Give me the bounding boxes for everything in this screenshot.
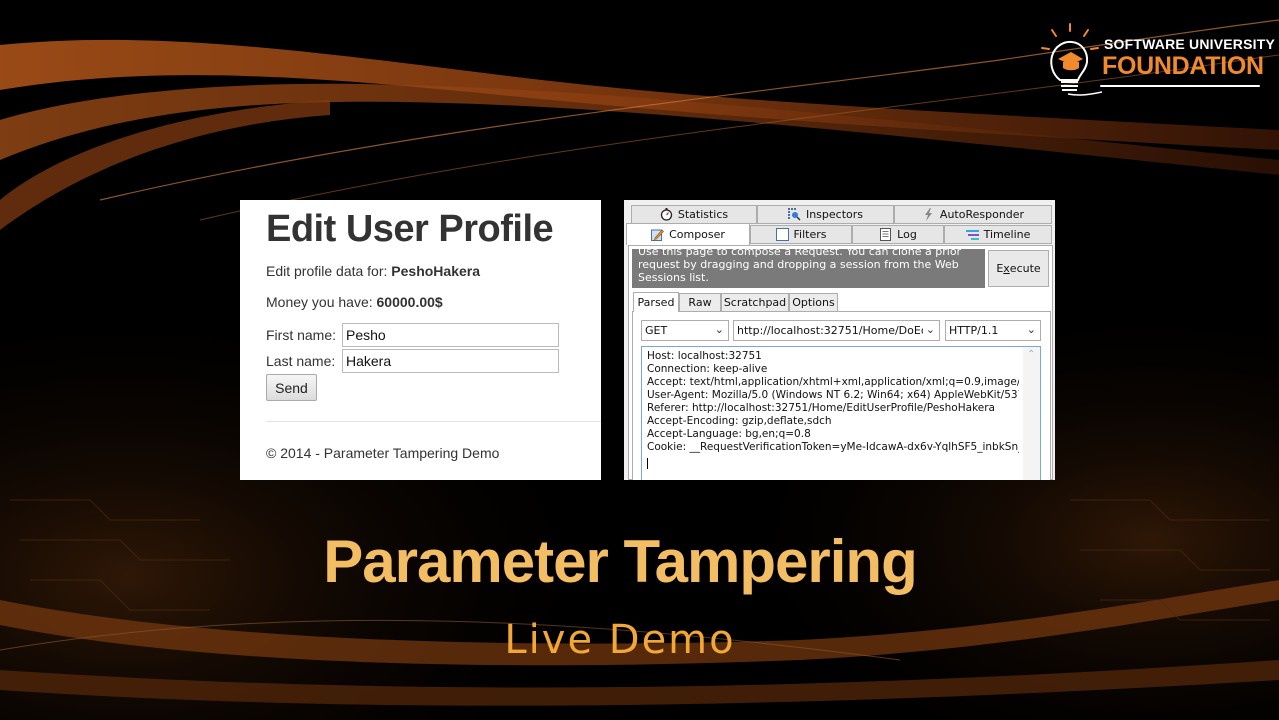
timeline-icon bbox=[965, 228, 979, 241]
header-line: Accept-Encoding: gzip,deflate,sdch bbox=[647, 415, 832, 427]
page-heading: Edit User Profile bbox=[266, 208, 554, 250]
url-value: http://localhost:32751/Home/DoEditL bbox=[737, 324, 923, 337]
divider bbox=[266, 421, 601, 422]
header-line: Cookie: __RequestVerificationToken=yMe-I… bbox=[647, 441, 1019, 453]
tab-inspectors[interactable]: Inspectors bbox=[757, 205, 894, 224]
checkbox-icon bbox=[775, 228, 789, 241]
header-line: Accept-Language: bg,en;q=0.8 bbox=[647, 428, 811, 440]
chevron-down-icon: ⌄ bbox=[1026, 323, 1036, 336]
header-line: Connection: keep-alive bbox=[647, 363, 768, 375]
tab-composer[interactable]: Composer bbox=[626, 223, 750, 245]
header-line: Host: localhost:32751 bbox=[647, 350, 762, 362]
money-label: Money you have: bbox=[266, 294, 377, 310]
protocol-select[interactable]: HTTP/1.1 ⌄ bbox=[945, 320, 1041, 341]
tab-timeline[interactable]: Timeline bbox=[944, 225, 1052, 244]
logo-line1: SOFTWARE UNIVERSITY bbox=[1104, 36, 1276, 52]
tab-filters[interactable]: Filters bbox=[750, 225, 852, 244]
composer-help-message: Use this page to compose a Request. You … bbox=[632, 249, 985, 288]
chevron-down-icon: ⌄ bbox=[714, 323, 724, 336]
profile-for-label: Edit profile data for: bbox=[266, 263, 392, 279]
tab-inspectors-label: Inspectors bbox=[805, 208, 864, 221]
tab-log[interactable]: Log bbox=[852, 225, 944, 244]
header-line: User-Agent: Mozilla/5.0 (Windows NT 6.2;… bbox=[647, 389, 1019, 401]
send-button[interactable]: Send bbox=[266, 374, 317, 401]
vertical-scrollbar[interactable]: ⌃ bbox=[1023, 347, 1040, 480]
url-select[interactable]: http://localhost:32751/Home/DoEditL ⌄ bbox=[733, 320, 940, 341]
slide-subtitle: Live Demo bbox=[504, 617, 736, 663]
chevron-down-icon: ⌄ bbox=[925, 323, 935, 336]
software-university-logo: SOFTWARE UNIVERSITY FOUNDATION bbox=[1038, 22, 1275, 98]
tab-log-label: Log bbox=[897, 228, 917, 241]
logo-underline bbox=[1100, 85, 1260, 87]
request-headers-textarea[interactable]: Host: localhost:32751 Connection: keep-a… bbox=[641, 346, 1041, 480]
logo-line2: FOUNDATION bbox=[1102, 52, 1264, 80]
money-value: 60000.00$ bbox=[376, 294, 443, 310]
subtab-raw[interactable]: Raw bbox=[679, 293, 721, 312]
tab-statistics[interactable]: Statistics bbox=[631, 205, 757, 224]
fiddler-composer-window: Statistics Inspectors AutoResponder Comp… bbox=[624, 200, 1055, 480]
method-value: GET bbox=[645, 324, 668, 337]
slide-title: Parameter Tampering bbox=[323, 528, 917, 595]
lightbulb-graduation-cap-icon bbox=[1041, 23, 1102, 96]
subtab-options[interactable]: Options bbox=[789, 293, 838, 312]
tab-timeline-label: Timeline bbox=[983, 228, 1031, 241]
first-name-label: First name: bbox=[266, 327, 337, 343]
execute-button[interactable]: Ex ecute bbox=[988, 250, 1049, 287]
inspectors-icon bbox=[787, 208, 801, 221]
tab-autoresponder-label: AutoResponder bbox=[939, 208, 1025, 221]
last-name-label: Last name: bbox=[266, 353, 336, 369]
edit-user-profile-page: Edit User Profile Edit profile data for:… bbox=[240, 200, 601, 480]
profile-username: PeshoHakera bbox=[391, 263, 481, 279]
page-footer: © 2014 - Parameter Tampering Demo bbox=[266, 445, 500, 461]
tab-statistics-label: Statistics bbox=[677, 208, 729, 221]
tab-filters-label: Filters bbox=[793, 228, 827, 241]
lightning-icon bbox=[922, 208, 935, 221]
method-select[interactable]: GET ⌄ bbox=[641, 320, 729, 341]
last-name-input[interactable] bbox=[342, 349, 559, 373]
first-name-input[interactable] bbox=[342, 323, 559, 347]
subtab-parsed[interactable]: Parsed bbox=[633, 292, 679, 312]
money-line: Money you have: 60000.00$ bbox=[266, 294, 443, 310]
header-line: Referer: http://localhost:32751/Home/Edi… bbox=[647, 402, 995, 414]
text-cursor bbox=[647, 458, 648, 469]
header-line: Accept: text/html,application/xhtml+xml,… bbox=[647, 376, 1019, 388]
profile-for-line: Edit profile data for: PeshoHakera bbox=[266, 263, 480, 279]
document-icon bbox=[879, 228, 892, 241]
subtab-scratchpad[interactable]: Scratchpad bbox=[721, 293, 789, 312]
tab-autoresponder[interactable]: AutoResponder bbox=[894, 205, 1052, 224]
protocol-value: HTTP/1.1 bbox=[949, 324, 999, 337]
tab-composer-label: Composer bbox=[669, 228, 725, 241]
pencil-note-icon bbox=[651, 228, 664, 241]
stopwatch-icon bbox=[660, 208, 673, 221]
scroll-up-icon[interactable]: ⌃ bbox=[1027, 349, 1035, 360]
